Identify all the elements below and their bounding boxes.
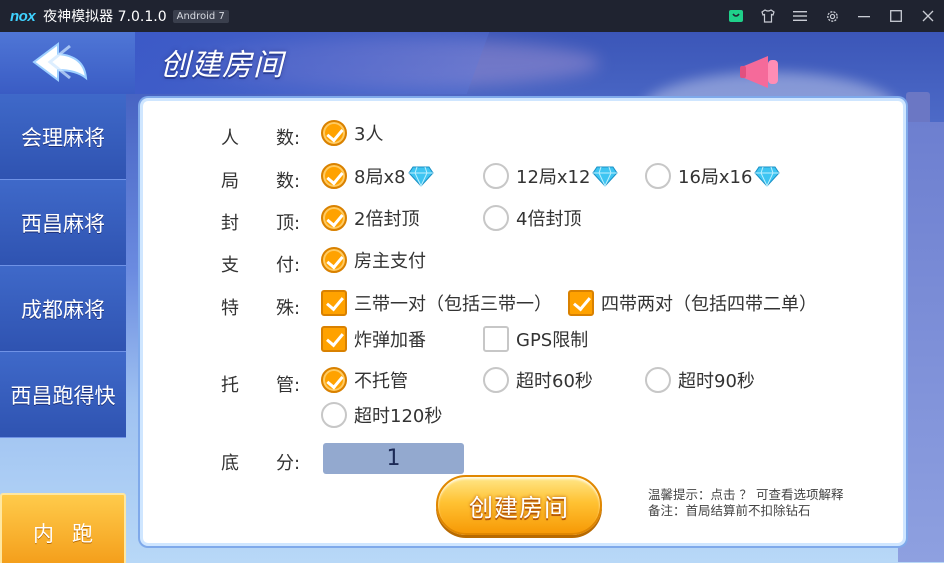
rounds-option-16[interactable]: 16局x16 (645, 163, 781, 189)
menu-icon[interactable] (784, 0, 816, 32)
page-title: 创建房间 (160, 48, 284, 83)
window-title: 夜神模拟器 7.0.1.0 (43, 9, 167, 25)
sidebar-item-label: 成都麻将 (21, 297, 105, 322)
maximize-icon[interactable] (880, 0, 912, 32)
special-option-bomb-double[interactable]: 炸弹加番 (321, 326, 426, 352)
sidebar-item-label: 西昌麻将 (21, 211, 105, 236)
page-header: 创建房间 (0, 32, 944, 94)
special-option-gps-limit[interactable]: GPS限制 (483, 326, 588, 352)
radio-unchecked (483, 367, 509, 393)
sidebar-item-neipao[interactable]: 内跑 (0, 493, 126, 563)
radio-unchecked (645, 163, 671, 189)
game-type-sidebar: 会理麻将 西昌麻将 成都麻将 西昌跑得快 内跑 (0, 94, 126, 563)
back-button[interactable] (30, 40, 92, 84)
rounds-option-8[interactable]: 8局x8 (321, 163, 434, 189)
cap-option-2x[interactable]: 2倍封顶 (321, 205, 419, 231)
close-icon[interactable] (912, 0, 944, 32)
diamond-icon (754, 166, 781, 187)
hint-line-2: 备注：首局结算前不扣除钻石 (648, 503, 811, 518)
nox-logo: nox (10, 7, 36, 25)
radio-checked (321, 120, 347, 146)
store-icon[interactable] (720, 0, 752, 32)
sidebar-item-chengdu-mahjong[interactable]: 成都麻将 (0, 266, 126, 352)
checkbox-checked (568, 290, 594, 316)
shirt-icon[interactable] (752, 0, 784, 32)
sidebar-item-label: 西昌跑得快 (10, 383, 116, 408)
players-option-3[interactable]: 3人 (321, 120, 383, 146)
create-room-button[interactable]: 创建房间 (436, 475, 602, 535)
diamond-icon (592, 166, 619, 187)
payment-option-owner[interactable]: 房主支付 (321, 247, 426, 273)
game-screen: 创建房间 会理麻将 西昌麻将 成都麻将 西昌跑得快 内跑 人 数: 3人 局 数… (0, 32, 944, 563)
sidebar-item-xichang-mahjong[interactable]: 西昌麻将 (0, 180, 126, 266)
emulator-titlebar: nox 夜神模拟器 7.0.1.0 Android 7 (0, 0, 944, 32)
hint-line-1: 温馨提示：点击 ？ 可查看选项解释 (648, 487, 844, 502)
sidebar-item-xichang-paodekuai[interactable]: 西昌跑得快 (0, 352, 126, 438)
cap-option-4x[interactable]: 4倍封顶 (483, 205, 581, 231)
checkbox-checked (321, 290, 347, 316)
radio-checked (321, 163, 347, 189)
android-version-badge: Android 7 (172, 9, 229, 23)
create-room-button-label: 创建房间 (469, 493, 569, 522)
sidebar-item-label: 会理麻将 (21, 125, 105, 150)
titlebar-controls (720, 0, 944, 32)
special-option-three-with-pair[interactable]: 三带一对（包括三带一） (321, 290, 552, 316)
radio-unchecked (483, 205, 509, 231)
minimize-icon[interactable] (848, 0, 880, 32)
radio-checked (321, 247, 347, 273)
radio-unchecked (321, 402, 347, 428)
diamond-icon (407, 166, 434, 187)
checkbox-unchecked (483, 326, 509, 352)
radio-unchecked (483, 163, 509, 189)
back-arrow-icon (32, 42, 88, 82)
sidebar-item-label: 内跑 (33, 522, 111, 546)
sidebar-item-huili-mahjong[interactable]: 会理麻将 (0, 94, 126, 180)
special-option-four-with-two-pairs[interactable]: 四带两对（包括四带二单） (568, 290, 817, 316)
rounds-option-12[interactable]: 12局x12 (483, 163, 619, 189)
radio-unchecked (645, 367, 671, 393)
hosting-option-90s[interactable]: 超时90秒 (645, 367, 755, 393)
base-score-input[interactable]: 1 (323, 443, 464, 474)
megaphone-icon (740, 56, 778, 88)
hint-text: 温馨提示：点击 ？ 可查看选项解释 备注：首局结算前不扣除钻石 (648, 487, 843, 519)
room-settings-panel: 人 数: 3人 局 数: 8局x8 12局x12 16局x16 封 顶: 2倍封… (140, 98, 906, 546)
hosting-option-60s[interactable]: 超时60秒 (483, 367, 593, 393)
radio-checked (321, 205, 347, 231)
hosting-option-120s[interactable]: 超时120秒 (321, 402, 442, 428)
radio-checked (321, 367, 347, 393)
gear-icon[interactable] (816, 0, 848, 32)
hosting-option-none[interactable]: 不托管 (321, 367, 408, 393)
checkbox-checked (321, 326, 347, 352)
